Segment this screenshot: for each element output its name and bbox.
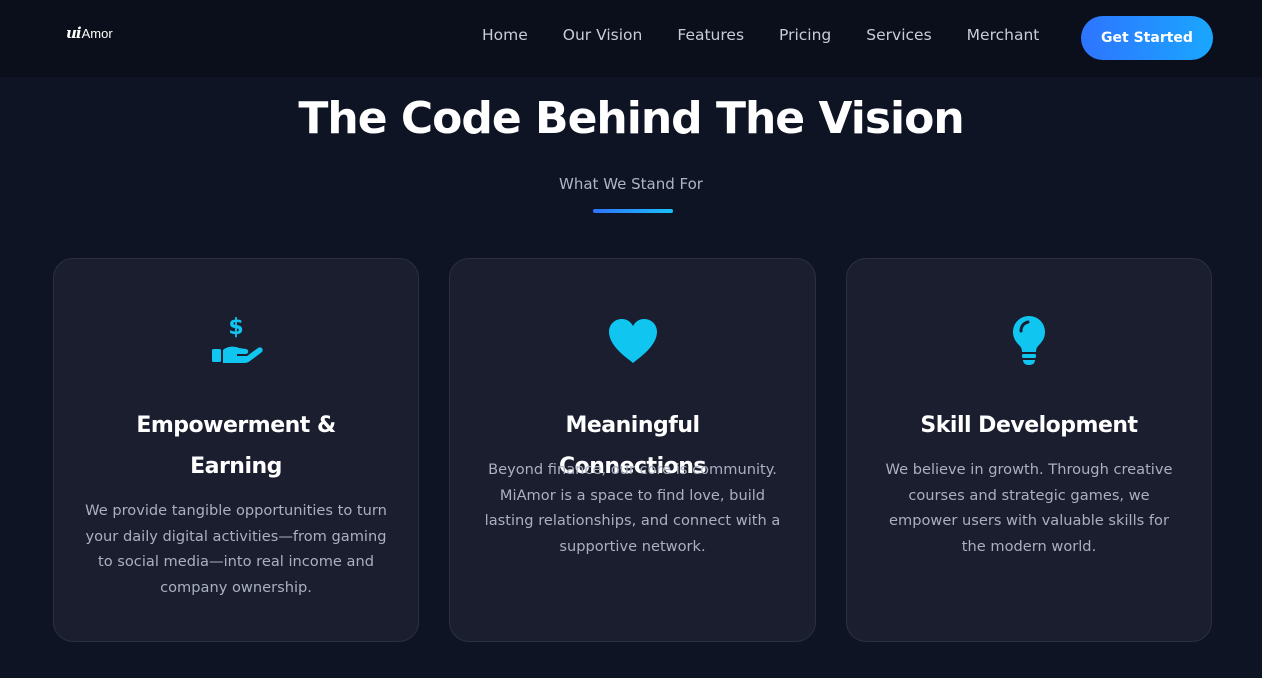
brand-logo[interactable]: ui Amor [66, 24, 113, 42]
card-title: Empowerment & Earning [136, 413, 336, 479]
nav-link-pricing[interactable]: Pricing [779, 26, 831, 44]
card-description: Beyond finance, our core is community. M… [484, 461, 781, 556]
section-subtitle: What We Stand For [559, 175, 703, 193]
card-description: We believe in growth. Through creative c… [885, 461, 1173, 556]
nav-link-features[interactable]: Features [677, 26, 744, 44]
subtitle-underline [593, 209, 673, 213]
brand-mark: ui [66, 24, 82, 42]
nav-links: Home Our Vision Features Pricing Service… [472, 26, 1074, 44]
card-title: Skill Development [920, 413, 1138, 438]
nav-link-our-vision[interactable]: Our Vision [563, 26, 643, 44]
navbar: ui Amor Home Our Vision Features Pricing… [0, 0, 1262, 77]
lightbulb-icon [999, 313, 1059, 369]
brand-name: Amor [81, 26, 113, 41]
hand-dollar-icon: $ [206, 313, 266, 369]
page-title: The Code Behind The Vision [298, 93, 964, 144]
value-card-connections: Meaningful Connections Beyond finance, o… [449, 258, 816, 642]
heart-icon [603, 313, 663, 369]
get-started-button[interactable]: Get Started [1081, 16, 1213, 60]
value-card-skills: Skill Development We believe in growth. … [846, 258, 1212, 642]
nav-link-home[interactable]: Home [482, 26, 528, 44]
nav-link-merchant[interactable]: Merchant [967, 26, 1040, 44]
value-card-empowerment: $ Empowerment & Earning We provide tangi… [53, 258, 419, 642]
card-description: We provide tangible opportunities to tur… [85, 502, 387, 597]
svg-text:$: $ [228, 315, 243, 340]
nav-link-services[interactable]: Services [866, 26, 931, 44]
